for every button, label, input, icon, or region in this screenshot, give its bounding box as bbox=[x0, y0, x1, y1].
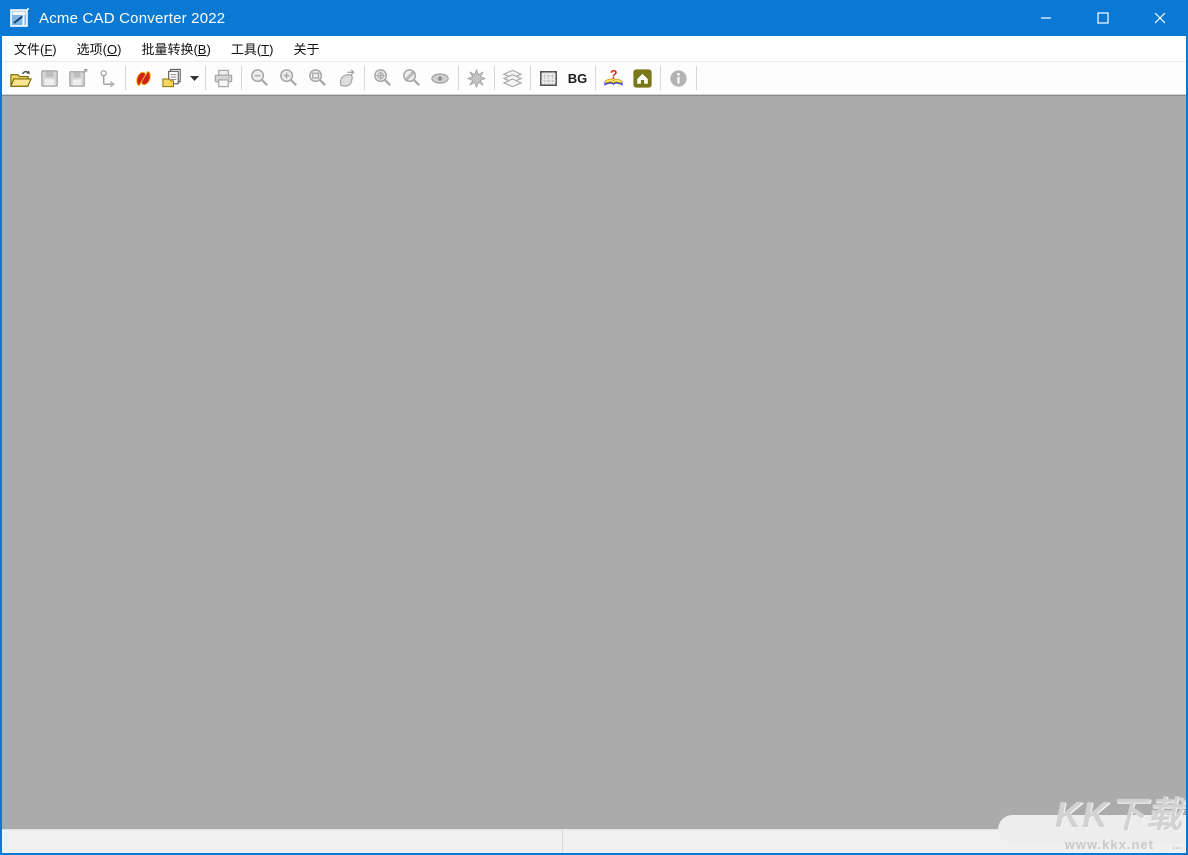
maximize-button[interactable] bbox=[1074, 0, 1131, 36]
app-logo-icon bbox=[10, 8, 30, 28]
burst-icon bbox=[465, 67, 488, 90]
info-icon bbox=[667, 67, 690, 90]
title-bar: Acme CAD Converter 2022 bbox=[0, 0, 1188, 36]
home-icon bbox=[631, 67, 654, 90]
background-color-toggle-button[interactable]: BG bbox=[563, 65, 592, 92]
export-plot-icon bbox=[96, 67, 119, 90]
view-eye-button bbox=[426, 65, 455, 92]
zoom-previous-icon bbox=[400, 67, 423, 90]
pdf-icon bbox=[132, 67, 155, 90]
menu-file[interactable]: 文件(F) bbox=[4, 35, 67, 62]
zoom-in-icon bbox=[277, 67, 300, 90]
save-as-icon bbox=[67, 67, 90, 90]
convert-to-pdf-button[interactable] bbox=[129, 65, 158, 92]
menu-batch-convert[interactable]: 批量转换(B) bbox=[131, 35, 220, 62]
menu-tools[interactable]: 工具(T) bbox=[221, 35, 284, 62]
help-book-icon: ? bbox=[602, 67, 625, 90]
toolbar-separator bbox=[696, 66, 697, 90]
batch-convert-button[interactable] bbox=[158, 65, 187, 92]
maximize-icon bbox=[1097, 12, 1109, 24]
grid-icon bbox=[537, 67, 560, 90]
toolbar-separator bbox=[660, 66, 661, 90]
menu-bar: 文件(F) 选项(O) 批量转换(B) 工具(T) 关于 bbox=[2, 36, 1186, 62]
explode-button bbox=[462, 65, 491, 92]
pan-button bbox=[332, 65, 361, 92]
zoom-previous-button bbox=[397, 65, 426, 92]
close-button[interactable] bbox=[1131, 0, 1188, 36]
layers-icon bbox=[501, 67, 524, 90]
raster-grid-button bbox=[534, 65, 563, 92]
drawing-canvas bbox=[2, 95, 1186, 829]
bg-toggle-label: BG bbox=[568, 71, 588, 86]
export-plot-button bbox=[93, 65, 122, 92]
minimize-icon bbox=[1040, 12, 1052, 24]
pan-hand-icon bbox=[335, 67, 358, 90]
toolbar: BG ? bbox=[2, 62, 1186, 95]
close-icon bbox=[1154, 12, 1166, 24]
toolbar-separator bbox=[595, 66, 596, 90]
about-info-button[interactable] bbox=[664, 65, 693, 92]
print-button bbox=[209, 65, 238, 92]
app-window: Acme CAD Converter 2022 文件(F) 选项(O) 批量转换… bbox=[0, 0, 1188, 855]
zoom-window-button bbox=[303, 65, 332, 92]
status-bar bbox=[2, 829, 1186, 853]
toolbar-separator bbox=[364, 66, 365, 90]
toolbar-separator bbox=[125, 66, 126, 90]
menu-about[interactable]: 关于 bbox=[283, 35, 329, 62]
zoom-window-icon bbox=[306, 67, 329, 90]
batch-convert-dropdown-button[interactable] bbox=[187, 65, 202, 92]
toolbar-separator bbox=[241, 66, 242, 90]
zoom-out-button bbox=[245, 65, 274, 92]
toolbar-separator bbox=[458, 66, 459, 90]
zoom-in-button bbox=[274, 65, 303, 92]
help-button[interactable]: ? bbox=[599, 65, 628, 92]
save-as-button bbox=[64, 65, 93, 92]
window-title: Acme CAD Converter 2022 bbox=[39, 10, 225, 27]
eye-icon bbox=[429, 67, 452, 90]
minimize-button[interactable] bbox=[1017, 0, 1074, 36]
window-controls bbox=[1017, 0, 1188, 36]
zoom-out-icon bbox=[248, 67, 271, 90]
status-pane-right bbox=[563, 830, 1186, 853]
zoom-extents-icon bbox=[371, 67, 394, 90]
open-folder-icon bbox=[9, 67, 32, 90]
chevron-down-icon bbox=[190, 76, 199, 81]
menu-options[interactable]: 选项(O) bbox=[67, 35, 132, 62]
printer-icon bbox=[212, 67, 235, 90]
open-file-button[interactable] bbox=[6, 65, 35, 92]
zoom-extents-button bbox=[368, 65, 397, 92]
save-floppy-icon bbox=[38, 67, 61, 90]
toolbar-separator bbox=[530, 66, 531, 90]
layers-button bbox=[498, 65, 527, 92]
toolbar-separator bbox=[205, 66, 206, 90]
toolbar-separator bbox=[494, 66, 495, 90]
home-website-button[interactable] bbox=[628, 65, 657, 92]
batch-convert-icon bbox=[161, 67, 184, 90]
save-button bbox=[35, 65, 64, 92]
svg-text:?: ? bbox=[610, 67, 618, 81]
status-pane-left bbox=[2, 830, 563, 853]
